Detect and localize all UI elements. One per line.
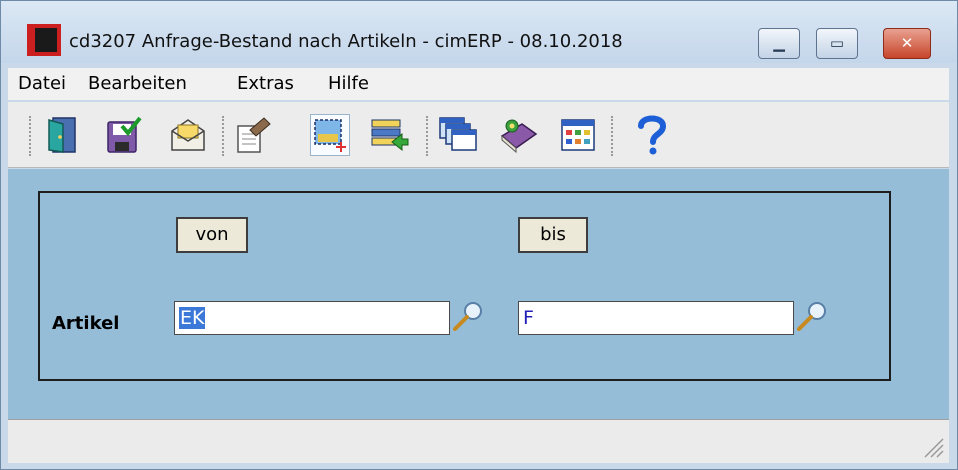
exit-door-icon[interactable] [42,114,82,156]
menu-bar: Datei Bearbeiten Extras Hilfe [8,68,949,100]
toolbar-grip[interactable] [29,116,34,156]
bis-label: bis [518,217,588,253]
magnifier-icon[interactable] [452,299,486,333]
app-window: cd3207 Anfrage-Bestand nach Artikeln - c… [0,0,958,470]
close-button[interactable]: ✕ [883,28,931,59]
mail-envelope-icon[interactable] [168,114,208,156]
toolbar-grip[interactable] [426,116,431,156]
toolbar-grip[interactable] [611,116,616,156]
artikel-von-value: EK [179,307,206,329]
edit-form-icon[interactable] [233,114,273,156]
artikel-von-input[interactable]: EK [174,301,450,335]
resize-grip-icon[interactable] [919,433,945,459]
von-label: von [176,217,248,253]
app-logo-icon [27,24,61,56]
status-bar [8,419,949,463]
minimize-button[interactable]: ▁ [758,28,800,59]
form-area: von bis Artikel EK F [8,169,949,419]
window-title: cd3207 Anfrage-Bestand nach Artikeln - c… [69,31,623,52]
new-selection-icon[interactable] [310,114,350,156]
magnifier-icon[interactable] [796,299,830,333]
menu-hilfe[interactable]: Hilfe [328,73,369,94]
toolbar [8,102,949,168]
menu-datei[interactable]: Datei [18,73,66,94]
save-check-icon[interactable] [104,114,144,156]
range-group: von bis Artikel EK F [38,191,891,381]
list-import-icon[interactable] [370,114,410,156]
artikel-label: Artikel [52,313,120,334]
artikel-bis-input[interactable]: F [518,301,794,335]
table-grid-icon[interactable] [558,114,598,156]
help-question-icon[interactable] [632,114,672,156]
toolbar-grip[interactable] [222,116,227,156]
maximize-button[interactable]: ▭ [816,28,858,59]
book-help-icon[interactable] [498,114,538,156]
title-bar[interactable]: cd3207 Anfrage-Bestand nach Artikeln - c… [1,1,957,63]
menu-bearbeiten[interactable]: Bearbeiten [88,73,187,94]
windows-stack-icon[interactable] [438,114,478,156]
menu-extras[interactable]: Extras [237,73,294,94]
